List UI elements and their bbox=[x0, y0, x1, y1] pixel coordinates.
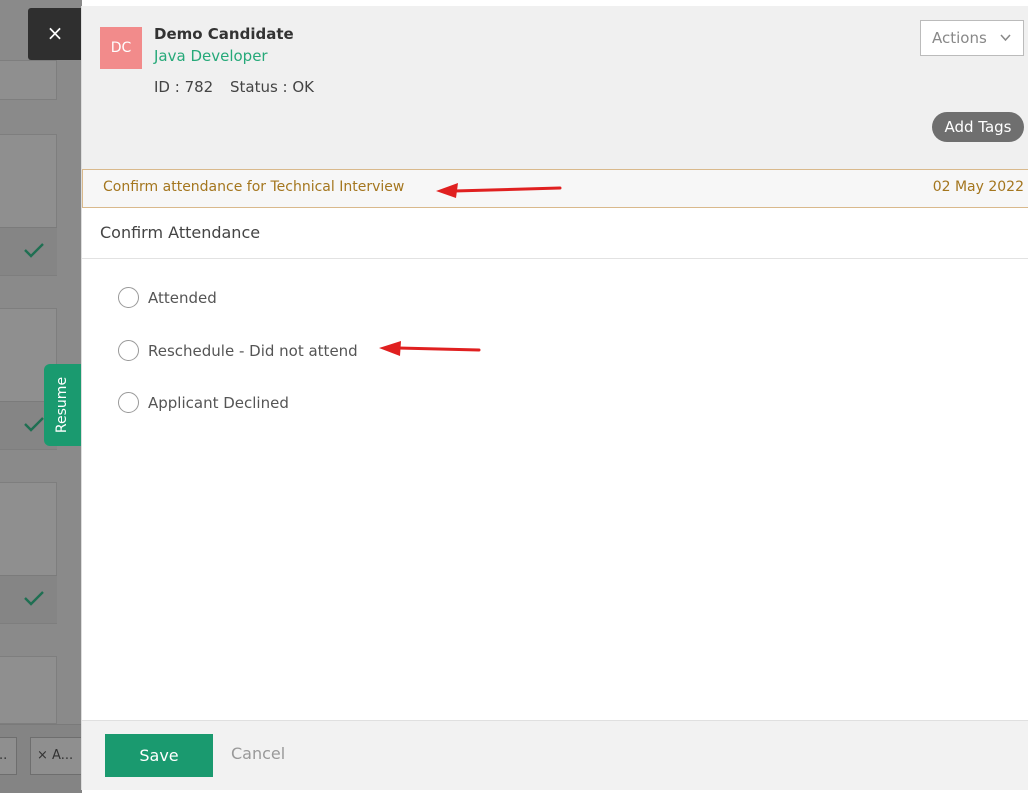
actions-label: Actions bbox=[932, 29, 987, 47]
task-date: 02 May 2022 bbox=[932, 179, 1024, 195]
add-tags-button[interactable]: Add Tags bbox=[932, 112, 1024, 142]
option-reschedule[interactable]: Reschedule - Did not attend bbox=[118, 340, 358, 361]
option-attended[interactable]: Attended bbox=[118, 287, 217, 308]
candidate-id: ID : 782 bbox=[154, 78, 214, 96]
candidate-meta: ID : 782 Status : OK bbox=[154, 78, 326, 96]
check-icon bbox=[24, 243, 44, 258]
avatar: DC bbox=[100, 27, 142, 69]
radio-button[interactable] bbox=[118, 340, 139, 361]
annotation-arrow-icon bbox=[379, 341, 481, 356]
option-applicant-declined[interactable]: Applicant Declined bbox=[118, 392, 289, 413]
divider bbox=[82, 258, 1028, 259]
task-title: Confirm attendance for Technical Intervi… bbox=[103, 179, 405, 195]
background-chip: .. bbox=[0, 737, 17, 775]
actions-dropdown[interactable]: Actions bbox=[920, 20, 1024, 56]
option-label: Applicant Declined bbox=[148, 393, 289, 412]
check-icon bbox=[24, 417, 44, 432]
candidate-panel: DC Demo Candidate Java Developer ID : 78… bbox=[81, 6, 1028, 790]
chevron-down-icon bbox=[1000, 21, 1011, 69]
option-label: Attended bbox=[148, 288, 217, 307]
panel-footer: Save Cancel bbox=[82, 720, 1028, 790]
resume-tab[interactable]: Resume bbox=[44, 364, 81, 446]
candidate-job-link[interactable]: Java Developer bbox=[154, 47, 268, 65]
background-chip: × A... bbox=[30, 737, 82, 775]
annotation-arrow-icon bbox=[436, 183, 562, 198]
check-icon bbox=[24, 591, 44, 606]
background-card bbox=[0, 60, 57, 100]
form-title: Confirm Attendance bbox=[100, 223, 261, 242]
background-card bbox=[0, 656, 57, 724]
close-panel-button[interactable]: × bbox=[28, 8, 82, 60]
option-label: Reschedule - Did not attend bbox=[148, 341, 358, 360]
candidate-header: DC Demo Candidate Java Developer ID : 78… bbox=[82, 6, 1028, 170]
save-button[interactable]: Save bbox=[105, 734, 213, 777]
cancel-button[interactable]: Cancel bbox=[231, 744, 285, 763]
resume-tab-label: Resume bbox=[54, 376, 71, 434]
candidate-name: Demo Candidate bbox=[154, 25, 294, 43]
radio-button[interactable] bbox=[118, 287, 139, 308]
candidate-status: Status : OK bbox=[229, 78, 315, 96]
radio-button[interactable] bbox=[118, 392, 139, 413]
